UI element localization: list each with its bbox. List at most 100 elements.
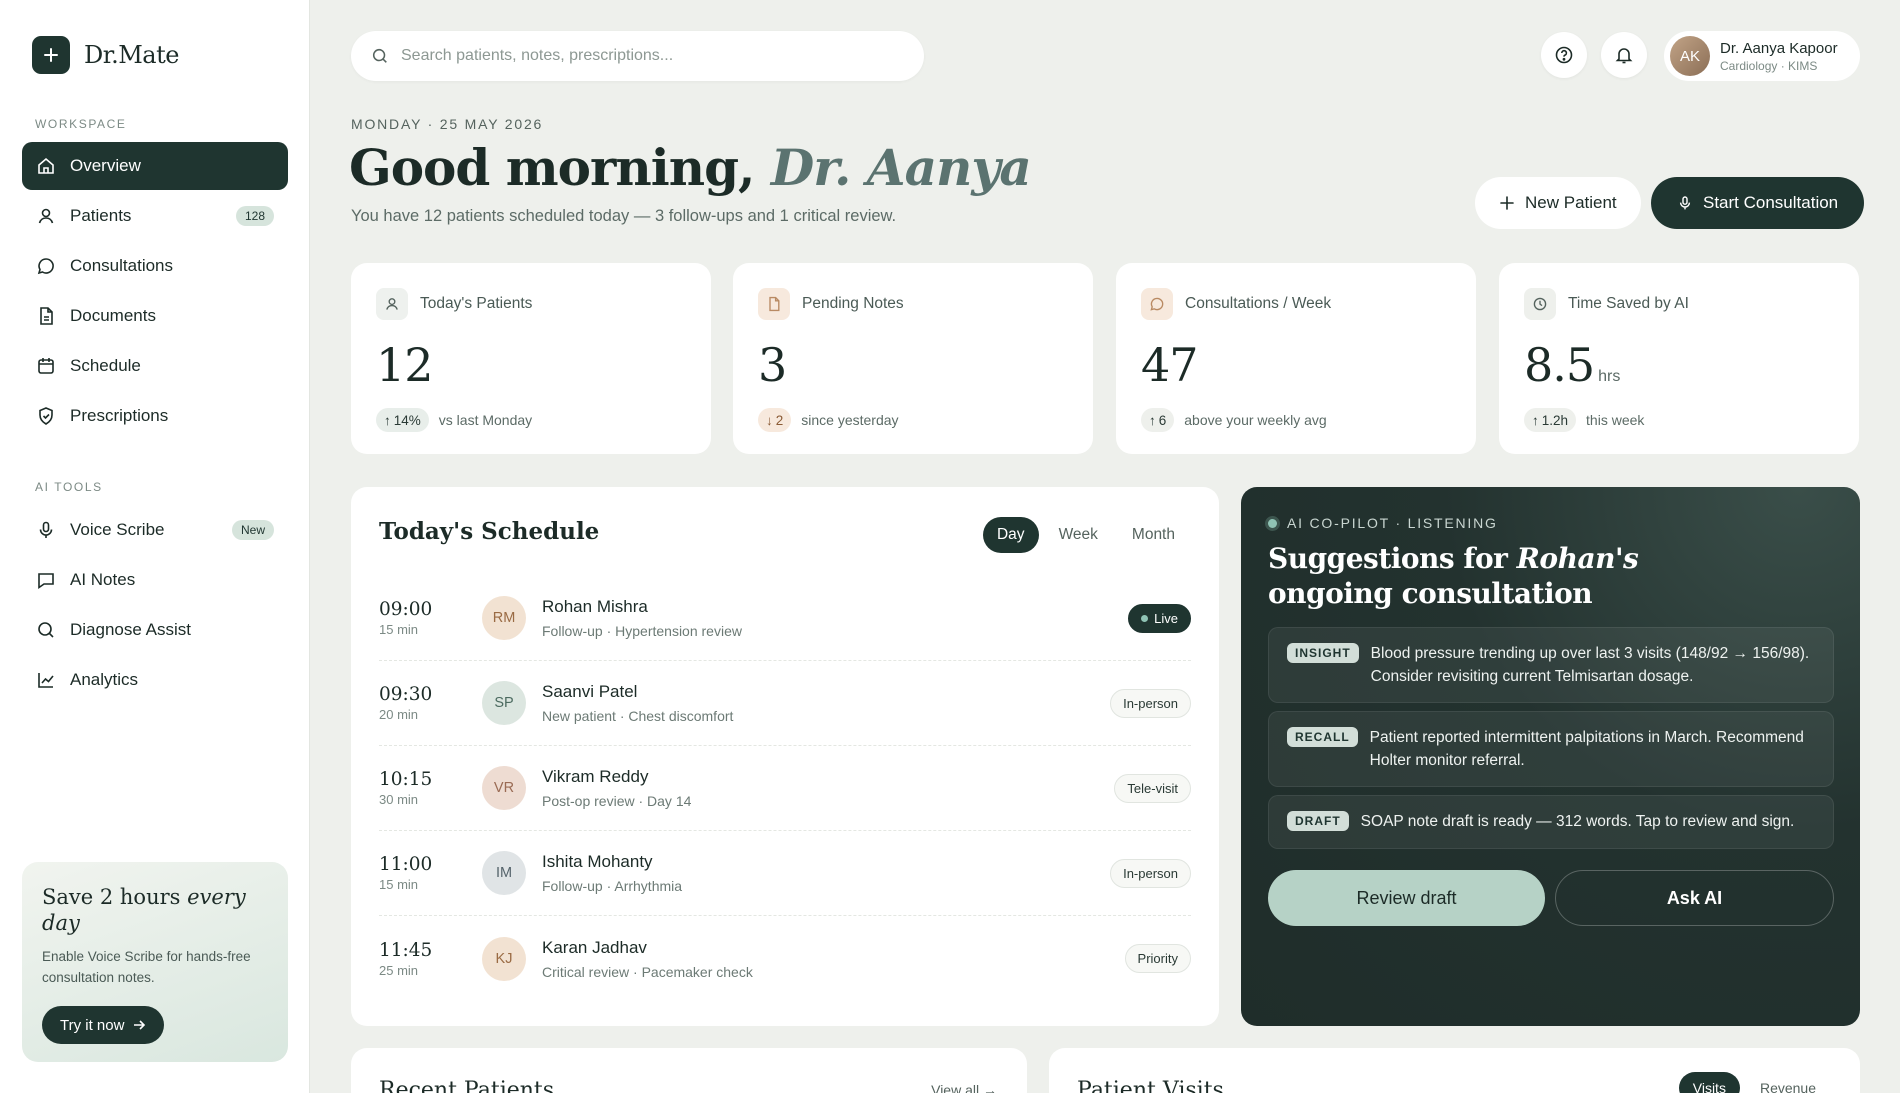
status-badge: Tele-visit	[1114, 773, 1191, 803]
user-profile-menu[interactable]: AK Dr. Aanya Kapoor Cardiology · KIMS	[1664, 31, 1860, 81]
sidebar-item-schedule[interactable]: Schedule	[22, 342, 288, 390]
recent-patients-panel: Recent Patients View all →	[351, 1048, 1027, 1093]
insight-tag: INSIGHT	[1287, 643, 1359, 663]
sidebar: Dr.Mate WORKSPACE Overview Patients 128 …	[0, 0, 310, 1093]
recall-card[interactable]: RECALL Patient reported intermittent pal…	[1268, 711, 1834, 787]
try-it-now-button[interactable]: Try it now	[42, 1006, 165, 1044]
copilot-title-patient: Rohan's	[1516, 542, 1639, 575]
ask-ai-button[interactable]: Ask AI	[1555, 870, 1834, 926]
avatar: RM	[482, 596, 526, 640]
new-patient-button[interactable]: New Patient	[1475, 177, 1641, 229]
mic-icon	[1679, 196, 1691, 210]
sidebar-item-label: Prescriptions	[70, 406, 169, 425]
draft-text: SOAP note draft is ready — 312 words. Ta…	[1360, 813, 1795, 830]
sidebar-item-patients[interactable]: Patients 128	[22, 192, 288, 240]
appointment-time: 11:45	[379, 939, 433, 961]
app-logo[interactable]: Dr.Mate	[32, 36, 179, 74]
page-title: Good morning, Dr. Aanya	[349, 138, 1032, 197]
review-draft-button[interactable]: Review draft	[1268, 870, 1545, 926]
copilot-title: Suggestions for Rohan's ongoing consulta…	[1268, 541, 1768, 611]
view-all-link[interactable]: View all →	[931, 1082, 997, 1093]
draft-card[interactable]: DRAFT SOAP note draft is ready — 312 wor…	[1268, 795, 1834, 849]
note-icon	[38, 573, 54, 590]
delta-value: 1.2h	[1541, 412, 1569, 428]
patient-name: Vikram Reddy	[542, 767, 649, 786]
tab-day[interactable]: Day	[982, 517, 1039, 553]
patient-name: Saanvi Patel	[542, 682, 638, 701]
sidebar-item-analytics[interactable]: Analytics	[22, 656, 288, 704]
copilot-title-suffix: ongoing consultation	[1268, 577, 1593, 610]
button-label: New Patient	[1525, 193, 1617, 212]
appointment-detail: New patient · Chest discomfort	[542, 708, 734, 724]
voice-scribe-promo: Save 2 hours every day Enable Voice Scri…	[22, 862, 288, 1062]
patient-name: Rohan Mishra	[542, 597, 648, 616]
appointment-duration: 20 min	[379, 707, 419, 722]
recall-tag: RECALL	[1287, 727, 1358, 747]
patient-visits-panel: Patient Visits Visits Revenue	[1049, 1048, 1860, 1093]
user-role: Cardiology · KIMS	[1720, 58, 1818, 73]
table-row[interactable]: 09:30 20 min SP Saanvi Patel New patient…	[379, 661, 1191, 746]
current-date: MONDAY · 25 MAY 2026	[351, 116, 544, 132]
button-label: Try it now	[60, 1016, 125, 1034]
appointment-time: 09:30	[379, 684, 433, 705]
workspace-label: WORKSPACE	[35, 117, 127, 131]
document-icon	[758, 288, 790, 320]
todays-schedule-panel: Today's Schedule Day Week Month 09:00 15…	[351, 487, 1219, 1026]
tab-week[interactable]: Week	[1045, 517, 1112, 553]
patient-info: Karan Jadhav Critical review · Pacemaker…	[542, 938, 753, 980]
sidebar-item-prescriptions[interactable]: Prescriptions	[22, 392, 288, 440]
sidebar-item-diagnose-assist[interactable]: Diagnose Assist	[22, 606, 288, 654]
patient-name: Karan Jadhav	[542, 937, 647, 957]
stat-footer: ↑ 14% vs last Monday	[376, 408, 686, 432]
table-row[interactable]: 10:15 30 min VR Vikram Reddy Post-op rev…	[379, 746, 1191, 831]
help-button[interactable]	[1541, 32, 1587, 78]
avatar: IM	[482, 851, 526, 895]
tab-revenue[interactable]: Revenue	[1746, 1072, 1830, 1093]
tab-visits[interactable]: Visits	[1678, 1072, 1740, 1093]
time-column: 09:00 15 min	[379, 599, 482, 637]
shield-icon	[39, 407, 53, 425]
sidebar-item-ai-notes[interactable]: AI Notes	[22, 556, 288, 604]
table-row[interactable]: 11:00 15 min IM Ishita Mohanty Follow-up…	[379, 831, 1191, 916]
sidebar-item-overview[interactable]: Overview	[22, 142, 288, 190]
stat-note: this week	[1586, 412, 1645, 428]
greeting-name: Dr. Aanya	[770, 138, 1032, 197]
stat-card-consultations-week[interactable]: Consultations / Week 47 ↑ 6 above your we…	[1116, 263, 1476, 454]
insight-card[interactable]: INSIGHT Blood pressure trending up over …	[1268, 627, 1834, 703]
sidebar-item-label: Analytics	[70, 670, 139, 689]
search-icon	[372, 48, 387, 63]
tab-month[interactable]: Month	[1118, 517, 1189, 553]
status-badge: Live	[1128, 603, 1191, 633]
sidebar-item-label: Schedule	[70, 356, 141, 375]
insight-text: Blood pressure trending up over last 3 v…	[1370, 645, 1810, 685]
sidebar-item-label: Patients	[70, 206, 132, 225]
arrow-down-icon: ↓	[766, 412, 773, 428]
home-icon	[38, 157, 54, 174]
search-bar[interactable]	[351, 31, 924, 81]
stat-header: Pending Notes	[758, 288, 1068, 320]
table-row[interactable]: 09:00 15 min RM Rohan Mishra Follow-up ·…	[379, 576, 1191, 661]
sidebar-item-documents[interactable]: Documents	[22, 292, 288, 340]
app-name: Dr.Mate	[84, 41, 179, 69]
stat-card-todays-patients[interactable]: Today's Patients 12 ↑ 14% vs last Monday	[351, 263, 711, 454]
search-input[interactable]	[401, 47, 881, 65]
notifications-button[interactable]	[1601, 32, 1647, 78]
stat-header: Today's Patients	[376, 288, 686, 320]
stat-card-time-saved[interactable]: Time Saved by AI 8.5 hrs ↑ 1.2h this week	[1499, 263, 1859, 454]
greeting-text: Good morning,	[349, 138, 771, 197]
copilot-tag: AI CO-PILOT · LISTENING	[1287, 515, 1498, 531]
stat-card-pending-notes[interactable]: Pending Notes 3 ↓ 2 since yesterday	[733, 263, 1093, 454]
promo-title: Save 2 hours every day	[42, 884, 268, 936]
patient-info: Rohan Mishra Follow-up · Hypertension re…	[542, 597, 742, 639]
stat-number: 12	[376, 338, 434, 392]
ai-copilot-panel: AI CO-PILOT · LISTENING Suggestions for …	[1241, 487, 1860, 1026]
user-icon	[376, 288, 408, 320]
table-row[interactable]: 11:45 25 min KJ Karan Jadhav Critical re…	[379, 916, 1191, 1001]
appointment-duration: 15 min	[379, 877, 419, 892]
sidebar-item-consultations[interactable]: Consultations	[22, 242, 288, 290]
workspace-nav: Overview Patients 128 Consultations Docu…	[22, 142, 288, 442]
start-consultation-button[interactable]: Start Consultation	[1651, 177, 1865, 229]
live-dot-icon	[1141, 614, 1149, 622]
chat-icon	[1141, 288, 1173, 320]
sidebar-item-voice-scribe[interactable]: Voice Scribe New	[22, 506, 288, 554]
